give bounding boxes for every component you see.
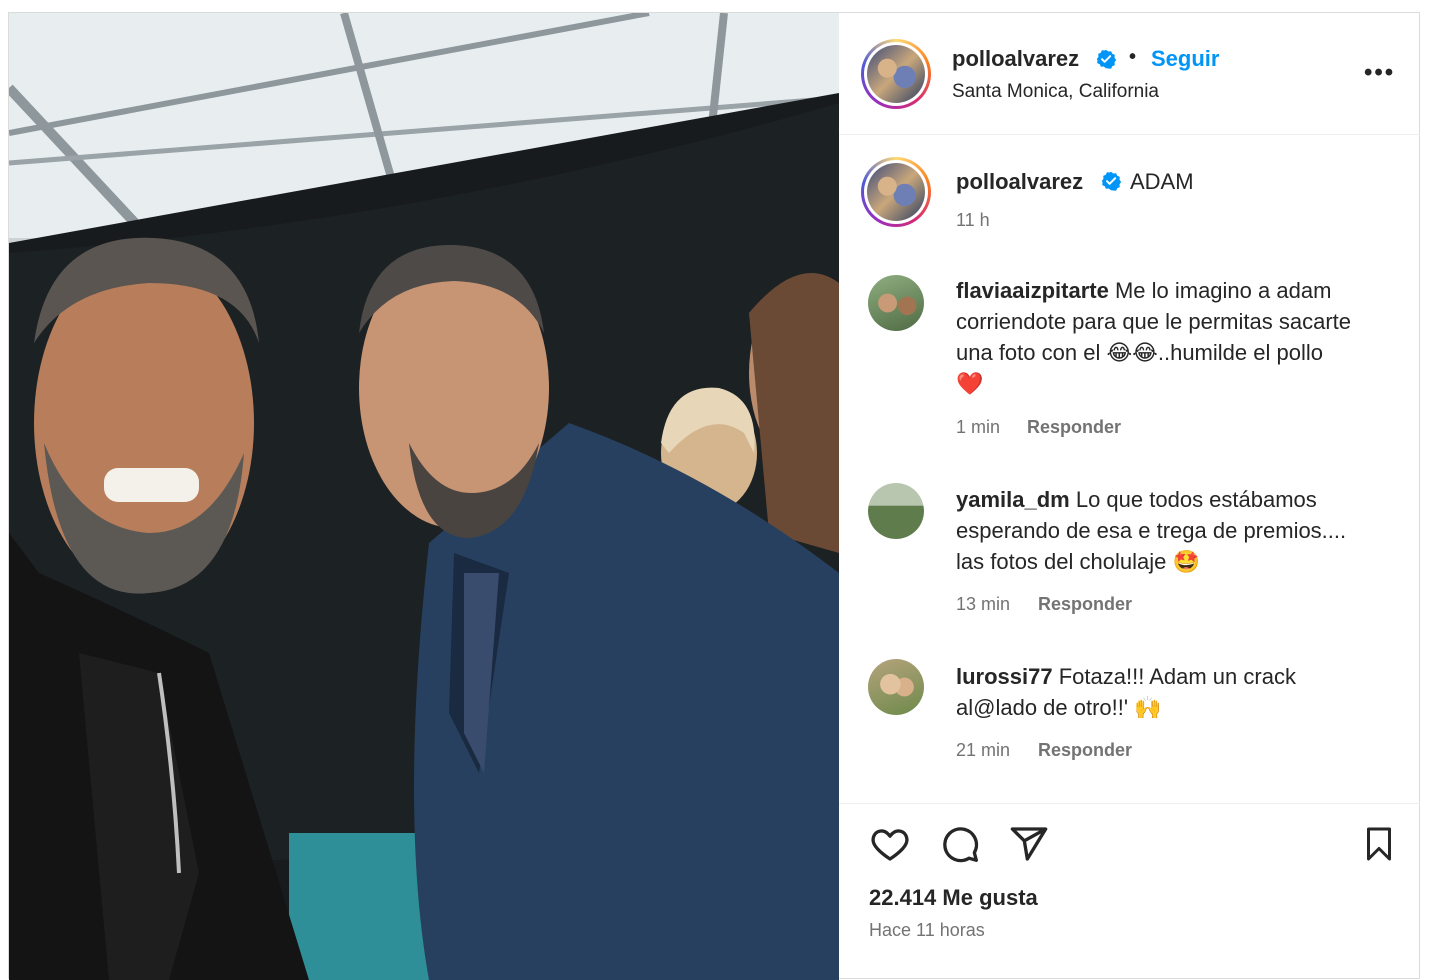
comment-text: lurossi77 Fotaza!!! Adam un crack al@lad… [956, 661, 1396, 723]
verified-badge-icon [1096, 49, 1116, 69]
post-frame: polloalvarez • Seguir Santa Monica, Cali… [8, 12, 1420, 980]
save-bookmark-icon[interactable] [1361, 824, 1397, 864]
caption-avatar[interactable] [861, 157, 931, 227]
caption-time: 11 h [956, 210, 990, 230]
comment-icon[interactable] [939, 824, 981, 864]
comment-username[interactable]: flaviaaizpitarte [956, 278, 1115, 303]
comment-line: una foto con el 😂😂..humilde el pollo [956, 340, 1323, 365]
comment-avatar[interactable] [868, 483, 924, 539]
separator-dot: • [1129, 46, 1137, 68]
comment-username[interactable]: lurossi77 [956, 664, 1059, 689]
caption-verified-badge-icon [1101, 171, 1121, 191]
reply-button[interactable]: Responder [1027, 417, 1121, 438]
likes-count[interactable]: 22.414 Me gusta [869, 885, 1038, 911]
comment-text: flaviaaizpitarte Me lo imagino a adam co… [956, 275, 1396, 399]
more-options-icon[interactable]: ••• [1364, 59, 1395, 87]
comment-line: Me lo imagino a adam [1114, 278, 1332, 303]
comment-username[interactable]: yamila_dm [956, 487, 1076, 512]
caption-username[interactable]: polloalvarez [956, 169, 1083, 195]
comment-time: 13 min [956, 594, 1011, 614]
share-send-icon[interactable] [1009, 824, 1049, 864]
like-heart-icon[interactable] [869, 824, 911, 864]
comment-line: al@lado de otro!!' 🙌 [956, 695, 1162, 720]
caption-text: ADAM [1130, 169, 1194, 194]
location-link[interactable]: Santa Monica, California [952, 81, 1159, 103]
reply-button[interactable]: Responder [1038, 740, 1132, 761]
post-timestamp: Hace 11 horas [869, 920, 985, 940]
comment-line: Fotaza!!! Adam un crack [1058, 664, 1296, 689]
comment-line: las fotos del cholulaje 🤩 [956, 549, 1200, 574]
follow-button[interactable]: Seguir [1151, 46, 1219, 72]
post-sidebar: polloalvarez • Seguir Santa Monica, Cali… [839, 13, 1420, 980]
comment-line: esperando de esa e trega de premios.... [956, 518, 1347, 543]
post-header: polloalvarez • Seguir Santa Monica, Cali… [839, 13, 1420, 135]
comment-time: 1 min [956, 417, 1001, 437]
comment-time: 21 min [956, 740, 1011, 760]
comment-avatar[interactable] [868, 275, 924, 331]
comment-line: Lo que todos estábamos [1075, 487, 1317, 512]
reply-button[interactable]: Responder [1038, 594, 1132, 615]
post-photo[interactable] [9, 13, 839, 980]
comment-text: yamila_dm Lo que todos estábamos esperan… [956, 484, 1396, 577]
action-bar [839, 803, 1420, 863]
avatar[interactable] [861, 39, 931, 109]
comment-avatar[interactable] [868, 659, 924, 715]
photo-illustration [9, 13, 839, 980]
header-username[interactable]: polloalvarez [952, 46, 1079, 72]
comment-line: corriendote para que le permitas sacarte [956, 309, 1351, 334]
heart-emoji: ❤️ [956, 371, 984, 396]
